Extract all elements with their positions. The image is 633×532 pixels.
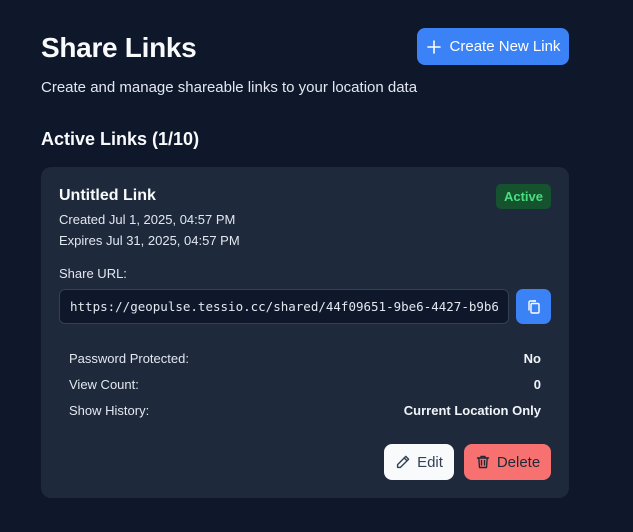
edit-button[interactable]: Edit xyxy=(384,444,454,480)
view-count-value: 0 xyxy=(533,377,541,392)
delete-label: Delete xyxy=(496,453,541,471)
view-count-row: View Count: 0 xyxy=(69,377,541,392)
view-count-label: View Count: xyxy=(69,377,139,392)
password-protected-label: Password Protected: xyxy=(69,351,189,366)
active-links-heading: Active Links (1/10) xyxy=(41,129,200,149)
share-link-card: Untitled Link Active Created Jul 1, 2025… xyxy=(41,167,569,498)
password-protected-row: Password Protected: No xyxy=(69,351,541,366)
create-new-link-button[interactable]: Create New Link xyxy=(417,28,569,65)
expires-date: Expires Jul 31, 2025, 04:57 PM xyxy=(59,233,240,248)
page-subtitle: Create and manage shareable links to you… xyxy=(41,79,418,96)
pencil-icon xyxy=(395,454,411,470)
copy-icon xyxy=(526,299,542,315)
create-new-link-label: Create New Link xyxy=(449,38,561,55)
share-url-input[interactable] xyxy=(59,289,509,324)
copy-url-button[interactable] xyxy=(516,289,551,324)
share-links-page: Share Links Create and manage shareable … xyxy=(0,0,633,532)
link-name: Untitled Link xyxy=(59,187,156,204)
show-history-label: Show History: xyxy=(69,403,150,418)
share-url-label: Share URL: xyxy=(59,266,127,281)
status-badge: Active xyxy=(495,184,551,209)
created-date: Created Jul 1, 2025, 04:57 PM xyxy=(59,212,236,227)
delete-button[interactable]: Delete xyxy=(464,444,551,480)
show-history-value: Current Location Only xyxy=(403,403,541,418)
password-protected-value: No xyxy=(523,351,541,366)
show-history-row: Show History: Current Location Only xyxy=(69,403,541,418)
plus-icon xyxy=(426,39,442,55)
trash-icon xyxy=(475,454,491,470)
page-title: Share Links xyxy=(41,32,197,63)
edit-label: Edit xyxy=(417,453,443,471)
